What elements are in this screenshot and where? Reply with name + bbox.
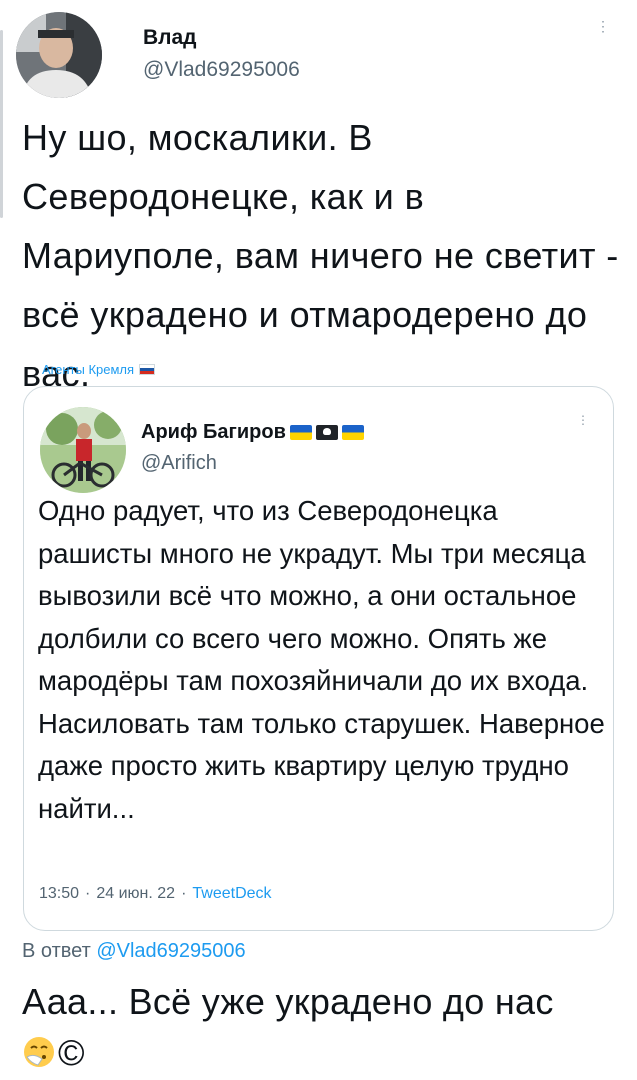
quoted-tweet-time[interactable]: 13:50 xyxy=(39,885,79,903)
reply-tweet-text: Ааа... Всё уже украдено до нас xyxy=(22,981,554,1022)
sneezing-face-icon xyxy=(24,1037,54,1067)
reply-to-line: В ответ @Vlad69295006 xyxy=(22,940,246,963)
ukrainian-flag-icon xyxy=(341,425,364,440)
quoted-tweet-card[interactable]: Ариф Багиров @Arifich ⋮ Одно радует, что… xyxy=(23,386,614,931)
main-author-handle[interactable]: @Vlad69295006 xyxy=(143,58,300,82)
quoted-author-avatar[interactable] xyxy=(40,407,126,493)
meta-separator: · xyxy=(85,885,91,902)
quoted-tweet-meta: 13:50 · 24 июн. 22 · TweetDeck xyxy=(39,885,272,903)
main-author-name[interactable]: Влад xyxy=(143,26,197,50)
quoted-author-handle[interactable]: @Arifich xyxy=(141,452,217,475)
state-affiliation-label[interactable]: Агенты Кремля xyxy=(42,362,156,377)
russian-flag-icon xyxy=(139,364,156,375)
pirate-flag-icon xyxy=(315,425,338,440)
quoted-more-options-icon[interactable]: ⋮ xyxy=(577,414,589,426)
quoted-author-name: Ариф Багиров xyxy=(141,421,286,443)
quoted-tweet-date[interactable]: 24 июн. 22 xyxy=(96,885,175,903)
quoted-tweet-text: Одно радует, что из Северодонецка рашист… xyxy=(38,495,605,824)
ukrainian-flag-icon xyxy=(289,425,312,440)
main-author-avatar[interactable] xyxy=(16,12,102,98)
quoted-tweet-source-link[interactable]: TweetDeck xyxy=(192,885,271,903)
quoted-avatar-photo xyxy=(40,407,126,493)
copyright-sign: © xyxy=(58,1032,85,1073)
main-more-options-icon[interactable]: ⋮ xyxy=(596,19,610,33)
reply-to-mention-link[interactable]: @Vlad69295006 xyxy=(96,940,245,962)
thread-edge-line xyxy=(0,30,3,218)
main-tweet-text: Ну шо, москалики. В Северодонецке, как и… xyxy=(22,117,619,394)
reply-to-prefix: В ответ xyxy=(22,940,91,962)
quoted-author-name-row[interactable]: Ариф Багиров xyxy=(141,421,364,444)
meta-separator: · xyxy=(181,885,187,902)
reply-tweet-body: Ааа... Всё уже украдено до нас © xyxy=(22,976,622,1078)
state-affiliation-label-text: Агенты Кремля xyxy=(42,362,135,377)
avatar-photo xyxy=(16,12,102,98)
